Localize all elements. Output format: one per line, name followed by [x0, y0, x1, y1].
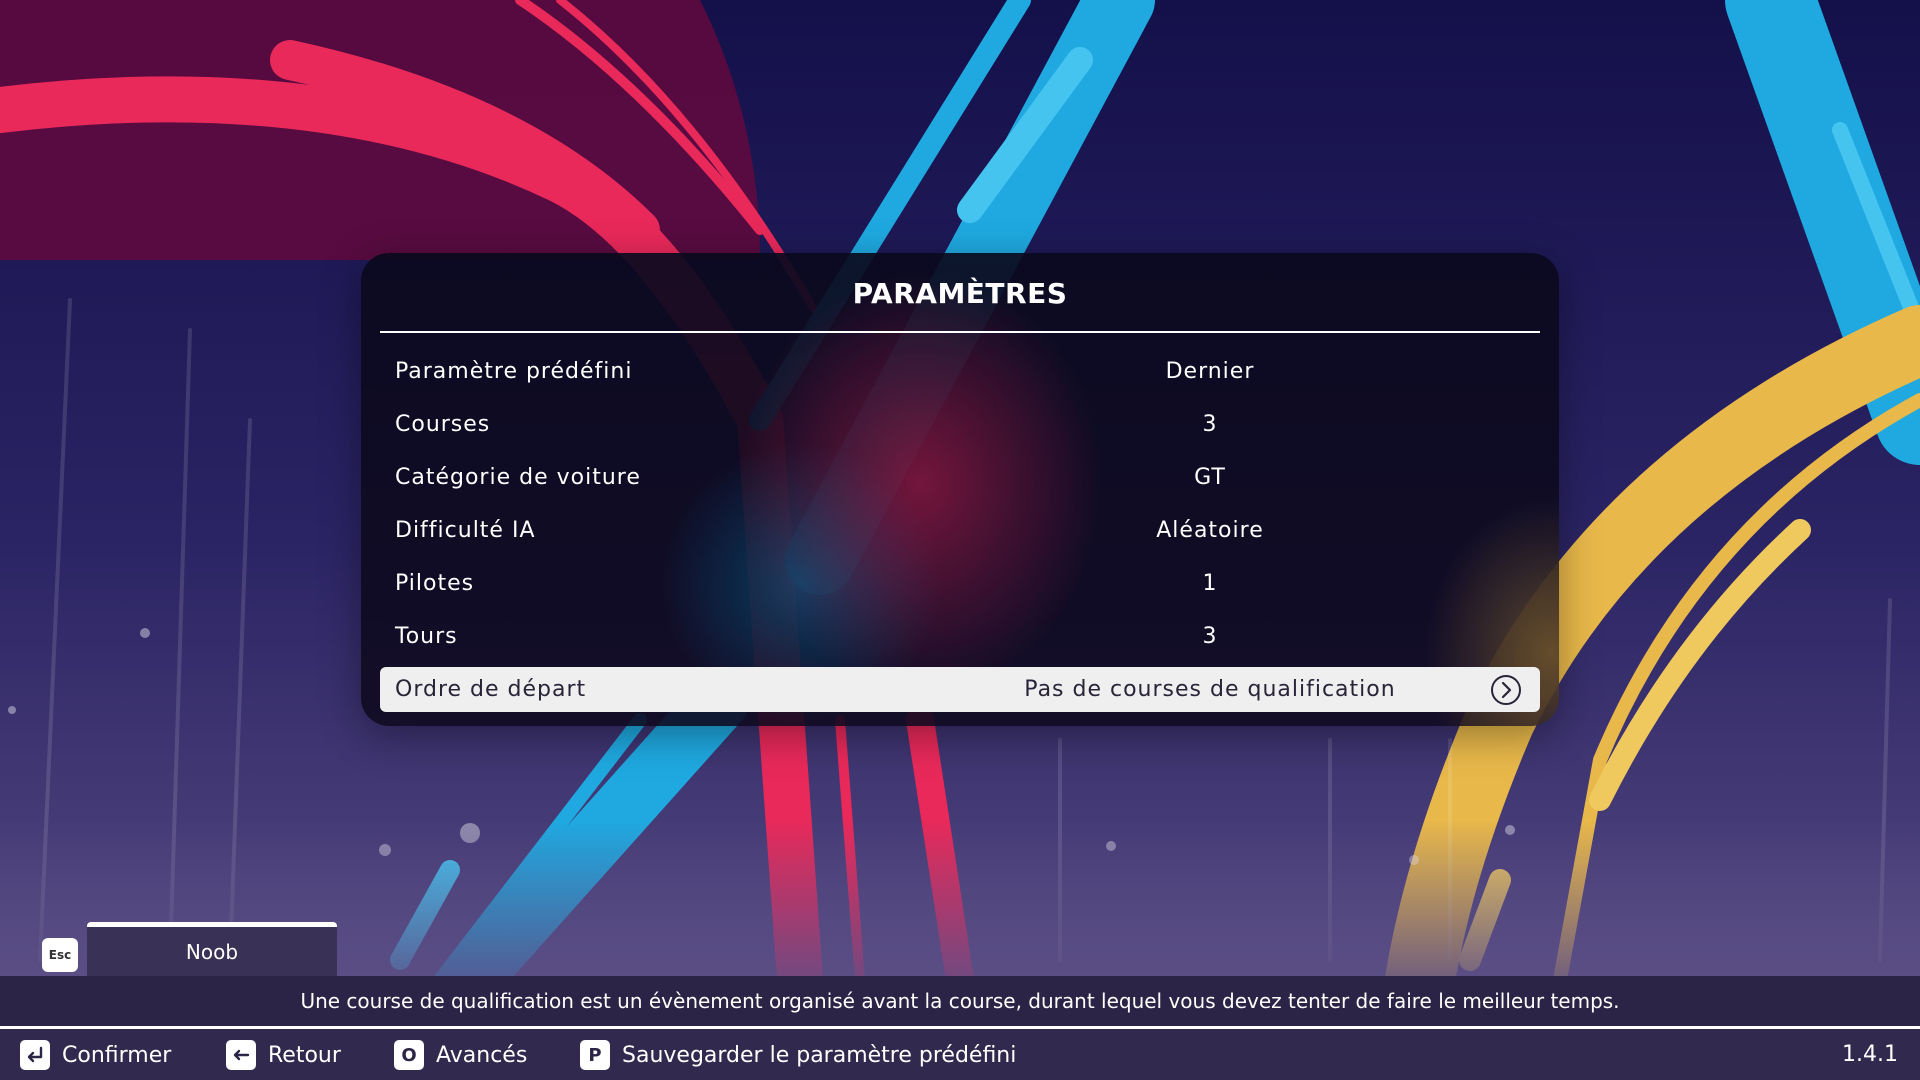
setting-label: Pilotes	[395, 571, 475, 596]
enter-key-icon	[20, 1040, 50, 1070]
advanced-label: Avancés	[436, 1042, 528, 1068]
setting-row-start-order[interactable]: Ordre de départ Pas de courses de qualif…	[380, 667, 1540, 712]
setting-row-ai-difficulty[interactable]: Difficulté IA Aléatoire	[380, 504, 1540, 557]
setting-row-laps[interactable]: Tours 3	[380, 610, 1540, 663]
panel-title: PARAMÈTRES	[852, 277, 1068, 310]
setting-value: Dernier	[1165, 359, 1255, 384]
p-key-icon: P	[580, 1040, 610, 1070]
save-preset-button[interactable]: P Sauvegarder le paramètre prédéfini	[580, 1040, 1016, 1070]
profile-tab[interactable]: Noob	[87, 922, 337, 976]
back-button[interactable]: Retour	[226, 1040, 341, 1070]
setting-label: Courses	[395, 412, 491, 437]
setting-label: Tours	[395, 624, 458, 649]
setting-row-races[interactable]: Courses 3	[380, 398, 1540, 451]
setting-row-drivers[interactable]: Pilotes 1	[380, 557, 1540, 610]
setting-value: Aléatoire	[1156, 518, 1264, 543]
backspace-key-icon	[226, 1040, 256, 1070]
hint-text: Une course de qualification est un évène…	[300, 989, 1620, 1013]
confirm-button[interactable]: Confirmer	[20, 1040, 171, 1070]
save-preset-label: Sauvegarder le paramètre prédéfini	[622, 1042, 1017, 1068]
setting-value: GT	[1194, 465, 1226, 490]
esc-key-icon[interactable]: Esc	[42, 938, 78, 972]
setting-value: 1	[1202, 571, 1218, 596]
setting-label: Ordre de départ	[395, 677, 587, 702]
settings-list: Paramètre prédéfini Dernier Courses 3 Ca…	[380, 345, 1540, 712]
setting-row-preset[interactable]: Paramètre prédéfini Dernier	[380, 345, 1540, 398]
setting-value: 3	[1202, 624, 1218, 649]
footer-bar: Confirmer Retour O Avancés P Sauvegarder…	[0, 1029, 1920, 1080]
setting-value: Pas de courses de qualification	[1024, 677, 1396, 702]
setting-label: Difficulté IA	[395, 518, 536, 543]
setting-label: Paramètre prédéfini	[395, 359, 633, 384]
title-divider	[380, 331, 1540, 333]
back-label: Retour	[268, 1042, 341, 1068]
setting-value: 3	[1202, 412, 1218, 437]
chevron-right-circle-icon[interactable]	[1490, 674, 1522, 706]
confirm-label: Confirmer	[62, 1042, 172, 1068]
version-label: 1.4.1	[1842, 1042, 1898, 1067]
advanced-button[interactable]: O Avancés	[394, 1040, 527, 1070]
settings-panel: PARAMÈTRES Paramètre prédéfini Dernier C…	[361, 253, 1559, 726]
hint-bar: Une course de qualification est un évène…	[0, 976, 1920, 1026]
o-key-icon: O	[394, 1040, 424, 1070]
setting-row-car-category[interactable]: Catégorie de voiture GT	[380, 451, 1540, 504]
setting-label: Catégorie de voiture	[395, 465, 641, 490]
profile-name: Noob	[185, 939, 239, 964]
